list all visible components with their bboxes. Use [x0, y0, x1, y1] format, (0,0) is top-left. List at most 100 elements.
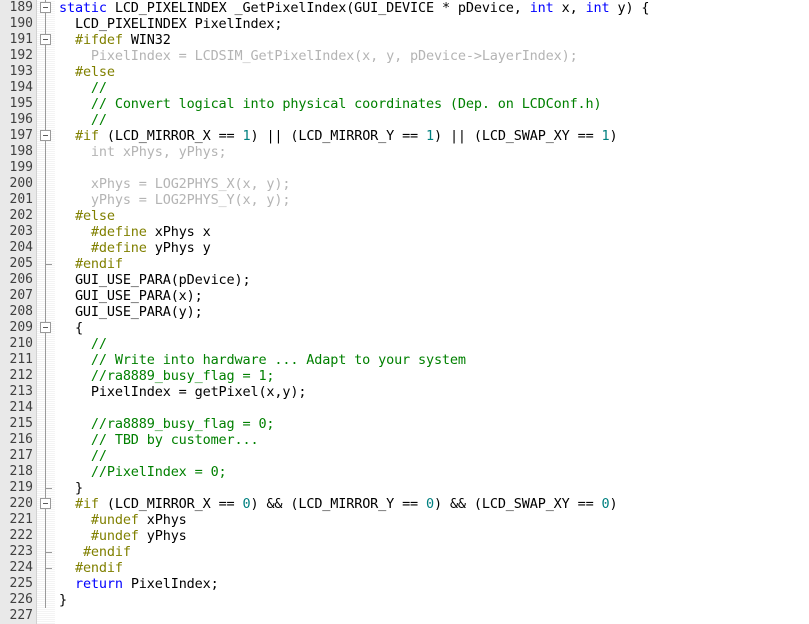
code-line[interactable]: #endif	[59, 560, 809, 576]
line-number-gutter[interactable]: 189 190 191 192 193 194 195 196 197 198 199 200 201 2…	[0, 0, 37, 624]
fold-minus-box-icon[interactable]	[40, 130, 51, 141]
fold-collapse-icon[interactable]	[37, 128, 55, 144]
fold-minus-box-icon[interactable]	[40, 34, 51, 45]
fold-end-marker	[37, 256, 55, 272]
fold-collapse-icon[interactable]	[37, 32, 55, 48]
fold-end-tick-icon	[45, 568, 52, 569]
code-line[interactable]: #endif	[59, 544, 809, 560]
fold-connector-line	[45, 288, 46, 304]
fold-connector	[37, 208, 55, 224]
code-line[interactable]	[59, 400, 809, 416]
fold-connector-line	[45, 592, 46, 608]
code-line[interactable]: #else	[59, 208, 809, 224]
code-token: xPhys = LOG2PHYS_X(x, y);	[59, 176, 291, 192]
code-line[interactable]: }	[59, 480, 809, 496]
fold-connector-line	[45, 432, 46, 448]
code-token: //	[59, 336, 107, 352]
code-line[interactable]: xPhys = LOG2PHYS_X(x, y);	[59, 176, 809, 192]
fold-collapse-icon[interactable]	[37, 496, 55, 512]
code-token: xPhys	[138, 512, 187, 528]
code-line[interactable]: }	[59, 592, 809, 608]
fold-minus-box-icon[interactable]	[40, 498, 51, 509]
code-line[interactable]: GUI_USE_PARA(y);	[59, 304, 809, 320]
code-line[interactable]: int xPhys, yPhys;	[59, 144, 809, 160]
code-line[interactable]: {	[59, 320, 809, 336]
code-line[interactable]	[59, 160, 809, 176]
line-number: 219	[9, 480, 33, 495]
line-number: 192	[9, 48, 33, 63]
code-line[interactable]: #if (LCD_MIRROR_X == 0) && (LCD_MIRROR_Y…	[59, 496, 809, 512]
code-line[interactable]: //	[59, 448, 809, 464]
code-line[interactable]: //PixelIndex = 0;	[59, 464, 809, 480]
code-line[interactable]: //	[59, 336, 809, 352]
code-line[interactable]: PixelIndex = LCDSIM_GetPixelIndex(x, y, …	[59, 48, 809, 64]
code-token: #define	[90, 240, 147, 256]
line-number: 194	[9, 80, 33, 95]
fold-collapse-icon[interactable]	[37, 320, 55, 336]
code-token: #endif	[74, 560, 123, 576]
line-number: 225	[9, 576, 33, 591]
code-token: // Write into hardware ... Adapt to your…	[59, 352, 466, 368]
code-text-area[interactable]: static LCD_PIXELINDEX _GetPixelIndex(GUI…	[55, 0, 809, 624]
fold-connector-line	[45, 192, 46, 208]
code-line[interactable]: //ra8889_busy_flag = 1;	[59, 368, 809, 384]
fold-connector-line	[45, 416, 46, 432]
code-line[interactable]: // Convert logical into physical coordin…	[59, 96, 809, 112]
code-token: #if	[74, 496, 99, 512]
code-token: #undef	[90, 512, 139, 528]
line-number: 222	[9, 528, 33, 543]
code-token: }	[59, 592, 67, 608]
code-line[interactable]: #endif	[59, 256, 809, 272]
fold-end-tick-icon	[45, 488, 52, 489]
code-line[interactable]: #define yPhys y	[59, 240, 809, 256]
code-line[interactable]: #undef yPhys	[59, 528, 809, 544]
code-token: int	[585, 0, 610, 16]
code-token: //ra8889_busy_flag = 1;	[59, 368, 275, 384]
code-token: )	[609, 128, 618, 144]
line-number: 189	[9, 0, 33, 15]
code-token: 0	[242, 496, 251, 512]
fold-connector	[37, 352, 55, 368]
line-number: 193	[9, 64, 33, 79]
code-token: 1	[426, 128, 434, 144]
code-line[interactable]: GUI_USE_PARA(x);	[59, 288, 809, 304]
code-line[interactable]: //ra8889_busy_flag = 0;	[59, 416, 809, 432]
code-token: yPhys y	[146, 240, 211, 256]
code-line[interactable]: //	[59, 112, 809, 128]
code-line[interactable]: return PixelIndex;	[59, 576, 809, 592]
fold-connector	[37, 384, 55, 400]
code-line[interactable]: yPhys = LOG2PHYS_Y(x, y);	[59, 192, 809, 208]
code-line[interactable]: #ifdef WIN32	[59, 32, 809, 48]
code-line[interactable]: #else	[59, 64, 809, 80]
code-editor[interactable]: 189 190 191 192 193 194 195 196 197 198 199 200 201 2…	[0, 0, 809, 624]
fold-collapse-icon[interactable]	[37, 0, 55, 16]
fold-connector	[37, 512, 55, 528]
code-line[interactable]: #if (LCD_MIRROR_X == 1) || (LCD_MIRROR_Y…	[59, 128, 809, 144]
code-token: GUI_USE_PARA(y);	[59, 304, 203, 320]
code-token: int	[529, 0, 554, 16]
code-line[interactable]: #define xPhys x	[59, 224, 809, 240]
code-line[interactable]: //	[59, 80, 809, 96]
fold-connector-line	[45, 112, 46, 128]
code-line[interactable]: LCD_PIXELINDEX PixelIndex;	[59, 16, 809, 32]
fold-connector	[37, 240, 55, 256]
code-line[interactable]: GUI_USE_PARA(pDevice);	[59, 272, 809, 288]
code-token: }	[59, 480, 83, 496]
code-line[interactable]: static LCD_PIXELINDEX _GetPixelIndex(GUI…	[59, 0, 809, 16]
code-line[interactable]: // Write into hardware ... Adapt to your…	[59, 352, 809, 368]
code-line[interactable]	[59, 608, 809, 624]
code-line[interactable]: PixelIndex = getPixel(x,y);	[59, 384, 809, 400]
fold-minus-box-icon[interactable]	[40, 322, 51, 333]
code-token: WIN32	[122, 32, 171, 48]
fold-minus-box-icon[interactable]	[40, 2, 51, 13]
code-line[interactable]: // TBD by customer...	[59, 432, 809, 448]
code-folding-margin[interactable]	[37, 0, 55, 624]
code-token: GUI_USE_PARA(pDevice);	[59, 272, 251, 288]
code-line[interactable]: #undef xPhys	[59, 512, 809, 528]
